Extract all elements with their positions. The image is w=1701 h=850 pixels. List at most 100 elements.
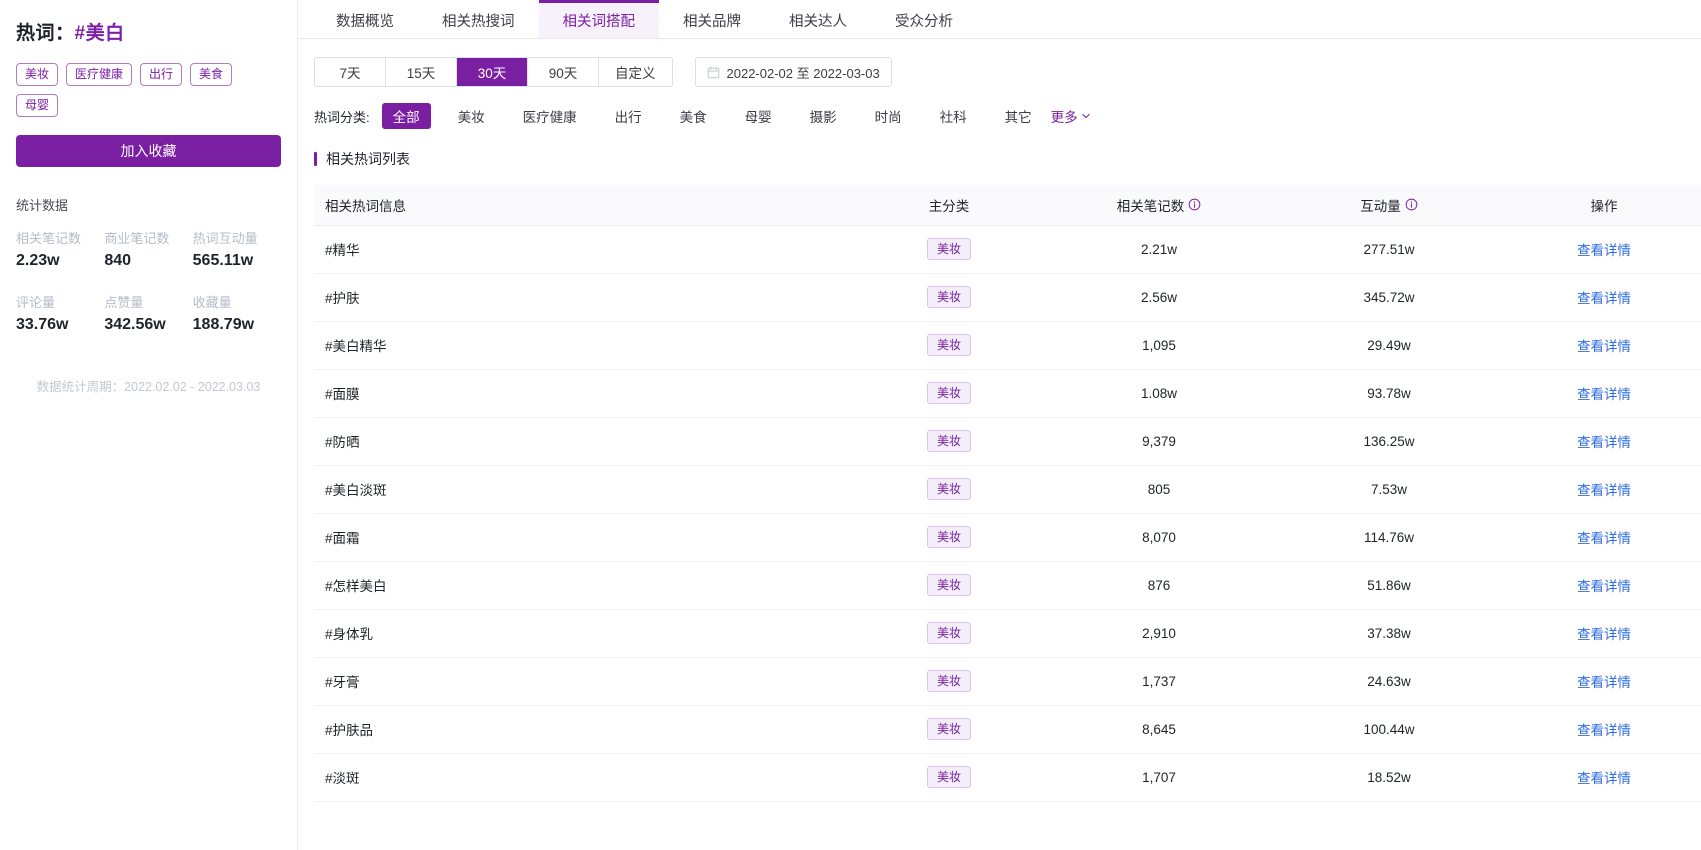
cell-hotword: #精华 <box>314 225 854 274</box>
table-row: #牙膏 美妆 1,737 24.63w 查看详情 <box>314 657 1701 706</box>
cell-action: 查看详情 <box>1504 753 1701 802</box>
view-detail-link[interactable]: 查看详情 <box>1577 771 1631 786</box>
category-more-toggle[interactable]: 更多 <box>1051 106 1091 126</box>
related-hotwords-table: 相关热词信息 主分类 相关笔记数 互动量 操作 #精华 美妆 2.21w 277… <box>314 185 1701 802</box>
col-header-notes-label: 相关笔记数 <box>1116 198 1185 214</box>
stat-value: 840 <box>104 252 132 269</box>
col-header-action: 操作 <box>1504 185 1701 226</box>
table-row: #防晒 美妆 9,379 136.25w 查看详情 <box>314 417 1701 466</box>
category-travel[interactable]: 出行 <box>604 103 653 129</box>
date-range-picker[interactable]: 2022-02-02 至 2022-03-03 <box>694 57 892 87</box>
category-badge: 美妆 <box>926 477 971 501</box>
view-detail-link[interactable]: 查看详情 <box>1577 627 1631 642</box>
tag-item[interactable]: 美食 <box>190 63 233 86</box>
info-icon[interactable] <box>1405 198 1418 211</box>
cell-action: 查看详情 <box>1504 705 1701 754</box>
cell-category: 美妆 <box>854 705 1044 754</box>
stat-item: 相关笔记数 2.23w <box>16 228 104 270</box>
cell-category: 美妆 <box>854 369 1044 418</box>
cell-hotword: #美白精华 <box>314 321 854 370</box>
tag-item[interactable]: 出行 <box>140 63 183 86</box>
page-title: 热词：#美白 <box>16 18 281 45</box>
view-detail-link[interactable]: 查看详情 <box>1577 483 1631 498</box>
cell-category: 美妆 <box>854 609 1044 658</box>
info-icon[interactable] <box>1188 198 1201 211</box>
cell-interactions: 136.25w <box>1274 417 1504 466</box>
view-detail-link[interactable]: 查看详情 <box>1577 579 1631 594</box>
tab-related-influencers[interactable]: 相关达人 <box>765 0 871 38</box>
tab-related-word-match[interactable]: 相关词搭配 <box>538 0 659 38</box>
cell-action: 查看详情 <box>1504 369 1701 418</box>
view-detail-link[interactable]: 查看详情 <box>1577 723 1631 738</box>
page-root: 热词：#美白 美妆 医疗健康 出行 美食 母婴 加入收藏 统计数据 相关笔记数 … <box>0 0 1701 850</box>
tag-list: 美妆 医疗健康 出行 美食 母婴 <box>16 63 281 117</box>
range-90d[interactable]: 90天 <box>528 58 599 86</box>
col-header-info: 相关热词信息 <box>314 185 854 226</box>
cell-hotword: #护肤品 <box>314 705 854 754</box>
category-badge: 美妆 <box>926 621 971 645</box>
view-detail-link[interactable]: 查看详情 <box>1577 339 1631 354</box>
chevron-down-icon <box>1081 109 1091 124</box>
tag-item[interactable]: 医疗健康 <box>66 63 133 86</box>
category-photography[interactable]: 摄影 <box>799 103 848 129</box>
section-title-text: 相关热词列表 <box>326 151 410 167</box>
tab-related-hot-search[interactable]: 相关热搜词 <box>418 0 539 38</box>
tag-item[interactable]: 美妆 <box>16 63 59 86</box>
time-filter-row: 7天 15天 30天 90天 自定义 2022-02-02 至 2022-03-… <box>314 39 1685 87</box>
view-detail-link[interactable]: 查看详情 <box>1577 531 1631 546</box>
category-badge: 美妆 <box>926 333 971 357</box>
cell-action: 查看详情 <box>1504 609 1701 658</box>
stat-label: 热词互动量 <box>192 231 258 246</box>
sidebar: 热词：#美白 美妆 医疗健康 出行 美食 母婴 加入收藏 统计数据 相关笔记数 … <box>0 0 298 850</box>
cell-interactions: 277.51w <box>1274 225 1504 274</box>
cell-interactions: 51.86w <box>1274 561 1504 610</box>
category-badge: 美妆 <box>926 285 971 309</box>
view-detail-link[interactable]: 查看详情 <box>1577 675 1631 690</box>
col-header-interactions-label: 互动量 <box>1360 198 1401 214</box>
table-row: #护肤 美妆 2.56w 345.72w 查看详情 <box>314 273 1701 322</box>
cell-interactions: 100.44w <box>1274 705 1504 754</box>
view-detail-link[interactable]: 查看详情 <box>1577 387 1631 402</box>
category-fashion[interactable]: 时尚 <box>864 103 913 129</box>
cell-category: 美妆 <box>854 657 1044 706</box>
range-30d[interactable]: 30天 <box>457 58 528 86</box>
tab-bar: 数据概览 相关热搜词 相关词搭配 相关品牌 相关达人 受众分析 <box>298 0 1701 39</box>
table-body: #精华 美妆 2.21w 277.51w 查看详情 #护肤 美妆 2.56w 3… <box>314 225 1701 802</box>
category-beauty[interactable]: 美妆 <box>447 103 496 129</box>
col-header-interactions: 互动量 <box>1274 185 1504 226</box>
tag-item[interactable]: 母婴 <box>16 94 59 117</box>
category-food[interactable]: 美食 <box>669 103 718 129</box>
range-7d[interactable]: 7天 <box>315 58 386 86</box>
category-maternal[interactable]: 母婴 <box>734 103 783 129</box>
stat-value: 342.56w <box>104 316 166 333</box>
range-15d[interactable]: 15天 <box>386 58 457 86</box>
cell-notes: 805 <box>1044 465 1274 514</box>
cell-notes: 2.21w <box>1044 225 1274 274</box>
range-custom[interactable]: 自定义 <box>599 58 672 86</box>
cell-interactions: 37.38w <box>1274 609 1504 658</box>
category-badge: 美妆 <box>926 669 971 693</box>
tab-related-brands[interactable]: 相关品牌 <box>659 0 765 38</box>
table-row: #精华 美妆 2.21w 277.51w 查看详情 <box>314 225 1701 274</box>
category-health[interactable]: 医疗健康 <box>512 103 588 129</box>
category-all[interactable]: 全部 <box>381 103 431 129</box>
table-row: #淡斑 美妆 1,707 18.52w 查看详情 <box>314 753 1701 802</box>
stat-item: 评论量 33.76w <box>16 292 104 334</box>
view-detail-link[interactable]: 查看详情 <box>1577 435 1631 450</box>
cell-action: 查看详情 <box>1504 657 1701 706</box>
cell-notes: 8,645 <box>1044 705 1274 754</box>
category-badge: 美妆 <box>926 525 971 549</box>
tab-audience-analysis[interactable]: 受众分析 <box>871 0 977 38</box>
tab-data-overview[interactable]: 数据概览 <box>312 0 418 38</box>
cell-category: 美妆 <box>854 321 1044 370</box>
view-detail-link[interactable]: 查看详情 <box>1577 243 1631 258</box>
cell-notes: 2,910 <box>1044 609 1274 658</box>
add-favorite-button[interactable]: 加入收藏 <box>16 135 281 167</box>
stat-item: 收藏量 188.79w <box>193 292 281 334</box>
view-detail-link[interactable]: 查看详情 <box>1577 291 1631 306</box>
cell-hotword: #牙膏 <box>314 657 854 706</box>
table-row: #美白淡斑 美妆 805 7.53w 查看详情 <box>314 465 1701 514</box>
category-other[interactable]: 其它 <box>994 103 1043 129</box>
category-social-science[interactable]: 社科 <box>929 103 978 129</box>
cell-notes: 1.08w <box>1044 369 1274 418</box>
